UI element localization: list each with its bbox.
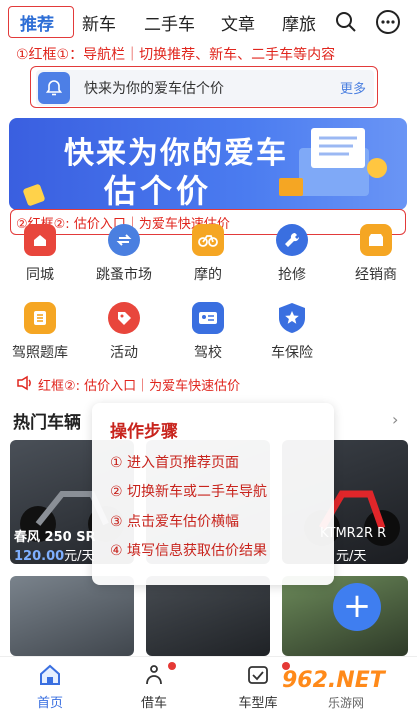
- bell-icon: [38, 72, 70, 104]
- grid-label: 摩的: [194, 267, 222, 283]
- top-nav: 推荐 新车 二手车 文章 摩旅: [0, 0, 417, 40]
- search-icon[interactable]: [334, 10, 358, 34]
- vehicle-card[interactable]: [10, 576, 134, 656]
- step-item: ② 切换新车或二手车导航: [110, 484, 268, 500]
- grid-label: 驾照题库: [12, 345, 68, 361]
- tag-icon: [108, 302, 140, 334]
- home-icon: [40, 664, 60, 685]
- tab-used-car[interactable]: 二手车: [144, 10, 195, 35]
- tab-new-car[interactable]: 新车: [82, 10, 116, 35]
- steps-title: 操作步骤: [110, 422, 178, 442]
- notice-text: 快来为你的爱车估个价: [84, 81, 224, 97]
- hot-vehicles-title: 热门车辆: [13, 413, 81, 433]
- nav-annotation: ①红框①：导航栏｜切换推荐、新车、二手车等内容: [16, 47, 336, 63]
- tab-articles[interactable]: 文章: [221, 10, 255, 35]
- speaker-icon: [17, 375, 31, 391]
- grid-label: 抢修: [278, 267, 306, 283]
- notice-more-link[interactable]: 更多: [340, 78, 366, 97]
- notification-dot: [168, 662, 176, 670]
- message-icon[interactable]: [375, 9, 401, 35]
- grid-label: 跳蚤市场: [96, 267, 152, 283]
- grid-label: 活动: [110, 345, 138, 361]
- list-icon: [24, 302, 56, 334]
- grid-item-dealer[interactable]: 经销商: [336, 224, 416, 284]
- tab-home[interactable]: 首页: [20, 664, 80, 711]
- shield-star-icon: [276, 302, 308, 334]
- banner-title-line2: 估个价: [104, 172, 213, 210]
- grid-label: 经销商: [355, 267, 397, 283]
- grid-item-driving-school[interactable]: 驾校: [168, 302, 248, 362]
- valuation-annotation-repeat: 红框②: 估价入口｜为爱车快速估价: [38, 379, 241, 394]
- grid-item-insurance[interactable]: 车保险: [252, 302, 332, 362]
- add-button[interactable]: +: [333, 583, 381, 631]
- vehicle-price: 120.00元/天: [14, 549, 95, 564]
- grid-item-repair[interactable]: 抢修: [252, 224, 332, 284]
- home-icon: [24, 224, 56, 256]
- wrench-icon: [276, 224, 308, 256]
- step-item: ③ 点击爱车估价横幅: [110, 514, 240, 530]
- chevron-right-icon[interactable]: ›: [392, 410, 398, 429]
- coin-decoration: [23, 184, 45, 206]
- grid-item-license-questions[interactable]: 驾照题库: [0, 302, 80, 362]
- tab-model-library[interactable]: 车型库: [228, 664, 288, 711]
- vehicle-price: 元/天: [336, 549, 367, 564]
- grid-label: 车保险: [271, 345, 313, 361]
- tab-recommend[interactable]: 推荐: [20, 10, 54, 35]
- step-item: ① 进入首页推荐页面: [110, 455, 240, 471]
- grid-item-same-city[interactable]: 同城: [0, 224, 80, 284]
- id-card-icon: [192, 302, 224, 334]
- grid-item-flea-market[interactable]: 跳蚤市场: [84, 224, 164, 284]
- grid-label: 同城: [26, 267, 54, 283]
- grid-item-activities[interactable]: 活动: [84, 302, 164, 362]
- grid-label: 驾校: [194, 345, 222, 361]
- checkbox-icon: [248, 666, 268, 684]
- grid-item-moto-taxi[interactable]: 摩的: [168, 224, 248, 284]
- swap-icon: [108, 224, 140, 256]
- store-icon: [360, 224, 392, 256]
- step-item: ④ 填写信息获取估价结果: [110, 543, 268, 559]
- tab-borrow-car[interactable]: 借车: [124, 664, 184, 711]
- bicycle-icon: [192, 224, 224, 256]
- watermark-subtitle: 乐游网: [328, 696, 365, 710]
- vehicle-card[interactable]: [146, 576, 270, 656]
- tab-moto-travel[interactable]: 摩旅: [282, 10, 316, 35]
- watermark-logo: 962.NET: [282, 668, 385, 693]
- rider-icon: [146, 665, 162, 685]
- vehicle-name: 春风 250 SR: [14, 530, 96, 545]
